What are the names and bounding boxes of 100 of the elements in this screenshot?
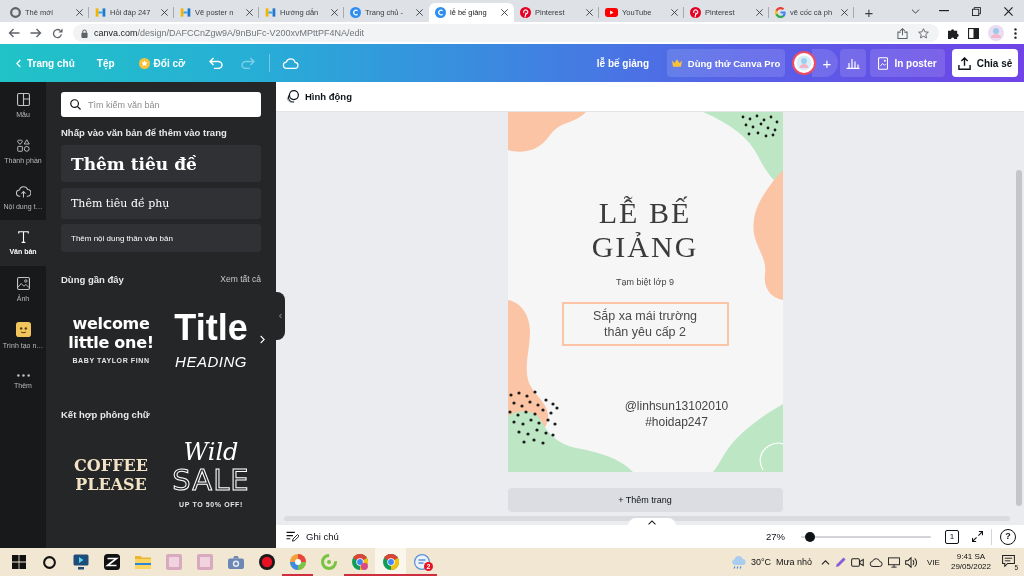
app-tile-icon — [103, 554, 120, 570]
chevron-up-icon — [648, 519, 656, 525]
address-bar[interactable]: canva.com/design/DAFCCnZgw9A/9nBuFc-V200xvMPttPF4NA/edit — [73, 24, 939, 42]
close-icon[interactable] — [331, 9, 338, 16]
back-icon[interactable] — [8, 28, 20, 38]
fullscreen-icon[interactable] — [972, 531, 983, 542]
pinterest-logo-icon — [690, 7, 701, 18]
section-title: Dùng gần đây — [61, 273, 124, 285]
windows-logo-icon — [11, 555, 26, 569]
chevron-down-icon[interactable] — [910, 8, 920, 14]
close-icon[interactable] — [671, 9, 678, 16]
chrome-icon — [382, 554, 399, 570]
star-coin-icon — [138, 57, 150, 69]
animate-button[interactable]: Hình động — [286, 90, 352, 103]
reload-icon[interactable] — [52, 27, 63, 39]
pen-icon[interactable] — [835, 556, 847, 568]
chevron-up-icon[interactable] — [821, 559, 831, 565]
close-icon[interactable] — [416, 9, 423, 16]
photo-thumbnail-icon — [165, 554, 182, 570]
insights-button[interactable] — [840, 49, 866, 77]
close-icon[interactable] — [756, 9, 763, 16]
notification-icon[interactable] — [1002, 554, 1015, 567]
puzzle-piece-icon[interactable] — [948, 27, 959, 39]
add-heading-button[interactable]: Thêm tiêu đề — [61, 145, 261, 182]
text-template[interactable]: Title HEADING — [161, 292, 261, 387]
collapse-handle[interactable] — [276, 292, 285, 340]
add-body-text-button[interactable]: Thêm nội dung thân văn bản — [61, 224, 261, 252]
share-button[interactable]: Chia sẻ — [952, 49, 1018, 77]
section-title: Kết hợp phông chữ — [61, 408, 150, 420]
video-camera-icon[interactable] — [851, 556, 865, 568]
upload-icon — [957, 56, 971, 70]
more-icon — [16, 373, 30, 377]
temperature: 30°C — [750, 557, 771, 567]
h-logo-icon — [265, 7, 276, 18]
restore-icon[interactable] — [971, 6, 981, 16]
close-icon[interactable] — [586, 9, 593, 16]
dot-pattern-drawing — [507, 390, 560, 446]
notes-button[interactable]: Ghi chú — [286, 531, 339, 542]
language-indicator[interactable]: VIE — [927, 557, 940, 567]
cloud-icon[interactable] — [869, 557, 884, 567]
record-icon — [258, 554, 275, 570]
chevron-right-icon[interactable] — [260, 335, 265, 344]
scrollbar-thumb[interactable] — [1016, 170, 1022, 506]
new-tab-button[interactable]: + — [858, 3, 880, 22]
invite-button[interactable]: + — [812, 49, 838, 77]
star-icon[interactable] — [918, 27, 929, 39]
close-icon[interactable] — [501, 9, 508, 16]
h-logo-icon — [95, 7, 106, 18]
share-icon[interactable] — [897, 27, 908, 39]
cloud-upload-icon — [15, 184, 31, 198]
camera-icon — [227, 555, 244, 569]
youtube-logo-icon — [605, 8, 618, 17]
poster-icon — [878, 56, 889, 70]
photo-thumbnail-icon — [196, 554, 213, 570]
page-count-button[interactable]: 1 — [945, 529, 959, 544]
clock-date: 29/05/2022 — [950, 562, 991, 572]
shapes-icon — [16, 138, 30, 152]
poster-subtitle: Tạm biệt lớp 9 — [616, 276, 674, 288]
avatar-icon[interactable] — [792, 51, 816, 75]
add-subheading-button[interactable]: Thêm tiêu đề phụ — [61, 188, 261, 219]
forward-icon[interactable] — [30, 28, 42, 38]
message-box: Sắp xa mái trường thân yêu cấp 2 — [561, 302, 729, 346]
print-poster-button[interactable]: In poster — [870, 49, 945, 77]
speaker-icon[interactable] — [905, 556, 919, 568]
see-all-link[interactable]: Xem tất cả — [220, 274, 261, 284]
clock-time: 9:41 SA — [956, 552, 986, 562]
section-heading: Nhấp vào văn bản để thêm vào trang — [61, 127, 228, 139]
add-page-button[interactable]: + Thêm trang — [507, 488, 783, 512]
lock-icon — [81, 28, 88, 38]
monitor-icon[interactable] — [888, 556, 901, 568]
layout-icon — [16, 92, 30, 106]
undo-icon[interactable] — [209, 57, 224, 69]
monitor-icon — [72, 554, 89, 570]
help-button[interactable]: ? — [1000, 528, 1016, 545]
close-icon[interactable] — [1003, 6, 1013, 16]
search-field[interactable]: Tìm kiếm văn bản — [61, 92, 261, 117]
chat-icon — [413, 554, 430, 570]
search-icon — [70, 99, 81, 110]
minimize-icon[interactable] — [939, 10, 949, 12]
folder-icon — [134, 555, 151, 569]
text-template[interactable]: COFFEE PLEASE — [61, 427, 161, 522]
scrollbar-thumb[interactable] — [284, 516, 1010, 521]
menu-icon[interactable] — [1014, 27, 1017, 39]
design-title[interactable]: lễ bế giảng — [596, 57, 649, 69]
try-pro-button[interactable]: Dùng thử Canva Pro — [667, 49, 785, 77]
ring-icon — [320, 554, 337, 570]
h-logo-icon — [180, 7, 191, 18]
close-icon[interactable] — [161, 9, 168, 16]
canva-logo-icon — [435, 7, 446, 18]
side-panel-icon[interactable] — [968, 27, 979, 39]
zoom-slider[interactable] — [801, 531, 931, 542]
ring-icon — [10, 7, 21, 18]
chrome-icon — [351, 554, 368, 570]
close-icon[interactable] — [841, 9, 848, 16]
app-logo-icon — [289, 554, 306, 570]
close-icon[interactable] — [76, 9, 83, 16]
close-icon[interactable] — [246, 9, 253, 16]
slider-thumb[interactable] — [804, 531, 815, 542]
crown-icon — [671, 59, 682, 67]
notes-icon — [286, 531, 299, 542]
